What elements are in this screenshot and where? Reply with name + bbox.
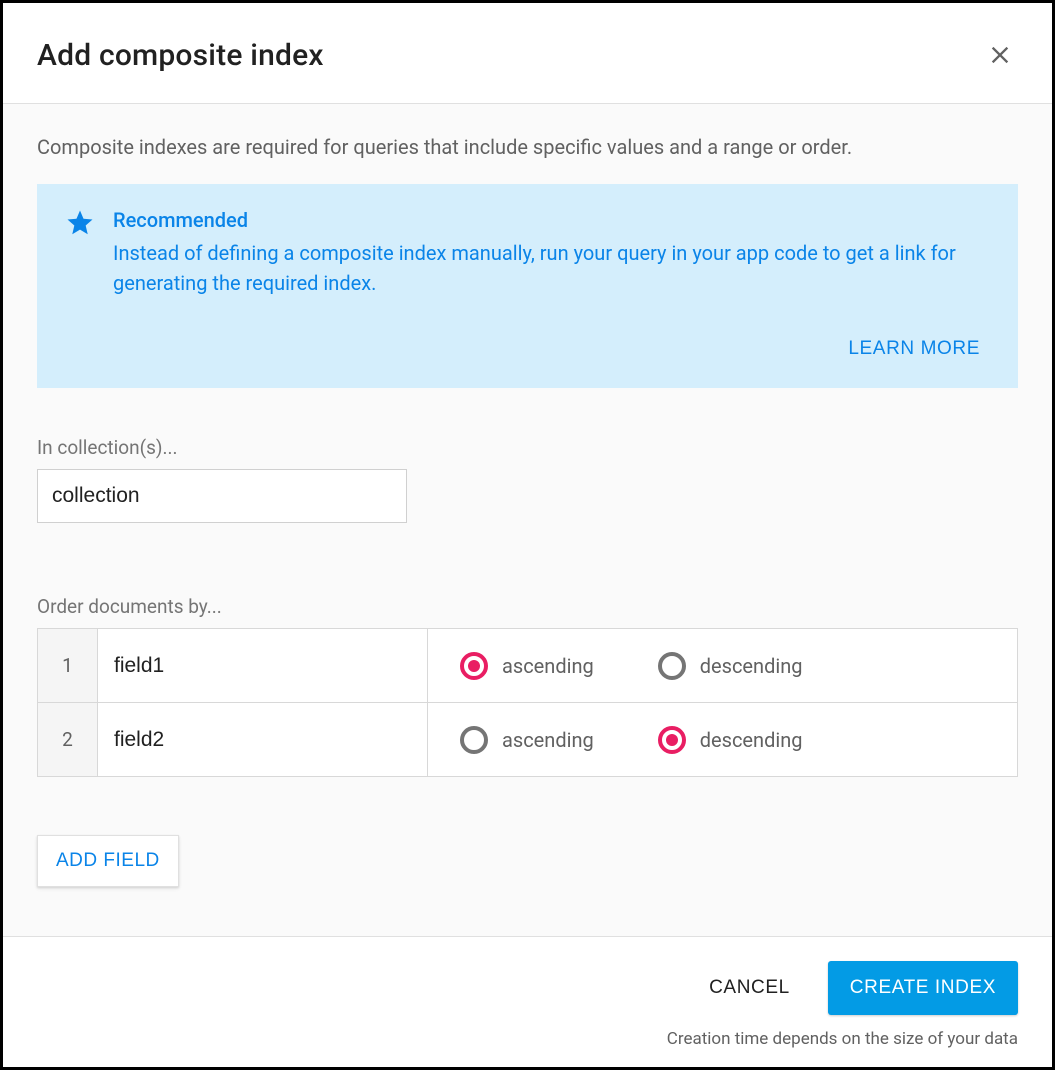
- field-cell: [98, 703, 428, 777]
- footer-note: Creation time depends on the size of you…: [37, 1029, 1018, 1049]
- close-icon: [986, 41, 1014, 69]
- add-composite-index-dialog: Add composite index Composite indexes ar…: [0, 0, 1055, 1070]
- radio-icon: [658, 726, 686, 754]
- dialog-body: Composite indexes are required for queri…: [3, 104, 1052, 936]
- recommended-info-box: Recommended Instead of defining a compos…: [37, 184, 1018, 388]
- direction-cell: ascending descending: [428, 703, 1018, 777]
- intro-text: Composite indexes are required for queri…: [37, 132, 1018, 162]
- row-index: 2: [38, 703, 98, 777]
- radio-label: ascending: [502, 728, 594, 752]
- field-cell: [98, 629, 428, 703]
- ascending-radio[interactable]: ascending: [460, 726, 594, 754]
- radio-icon: [460, 652, 488, 680]
- radio-label: descending: [700, 654, 803, 678]
- ascending-radio[interactable]: ascending: [460, 652, 594, 680]
- radio-icon: [460, 726, 488, 754]
- star-icon: [65, 208, 113, 298]
- info-title: Recommended: [113, 208, 990, 232]
- create-index-button[interactable]: CREATE INDEX: [828, 961, 1018, 1015]
- order-field-row: 1 ascending descending: [38, 629, 1018, 703]
- direction-cell: ascending descending: [428, 629, 1018, 703]
- order-fields-table: 1 ascending descending 2 ascending descending: [37, 628, 1018, 777]
- descending-radio[interactable]: descending: [658, 726, 803, 754]
- collection-label: In collection(s)...: [37, 436, 1018, 459]
- descending-radio[interactable]: descending: [658, 652, 803, 680]
- dialog-header: Add composite index: [3, 3, 1052, 104]
- field-name-input[interactable]: [98, 704, 427, 776]
- row-index: 1: [38, 629, 98, 703]
- order-field-row: 2 ascending descending: [38, 703, 1018, 777]
- order-label: Order documents by...: [37, 595, 1018, 618]
- radio-label: descending: [700, 728, 803, 752]
- info-text: Instead of defining a composite index ma…: [113, 238, 990, 298]
- radio-icon: [658, 652, 686, 680]
- dialog-title: Add composite index: [37, 38, 324, 73]
- add-field-button[interactable]: ADD FIELD: [37, 835, 179, 887]
- cancel-button[interactable]: CANCEL: [699, 963, 800, 1013]
- info-box-content: Recommended Instead of defining a compos…: [65, 208, 990, 298]
- close-button[interactable]: [982, 37, 1018, 73]
- collection-input[interactable]: [37, 469, 407, 523]
- dialog-footer: CANCEL CREATE INDEX Creation time depend…: [3, 936, 1052, 1067]
- radio-label: ascending: [502, 654, 594, 678]
- field-name-input[interactable]: [98, 630, 427, 702]
- learn-more-button[interactable]: LEARN MORE: [838, 332, 990, 366]
